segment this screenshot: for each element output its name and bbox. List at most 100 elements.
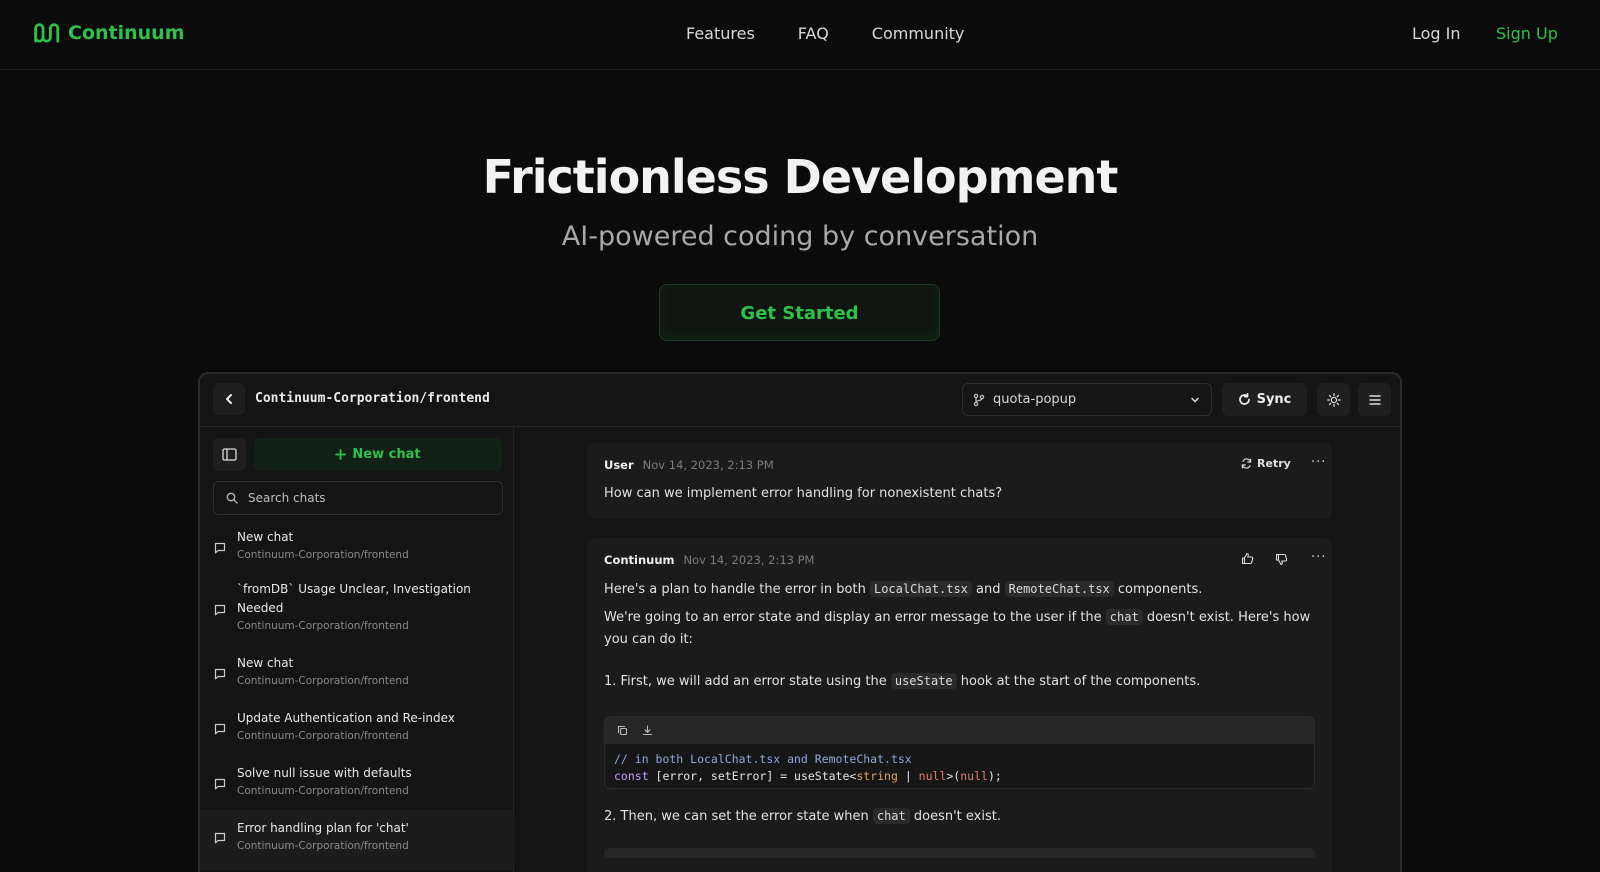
chat-list-item[interactable]: `fromDB` Usage Unclear, Investigation Ne… [200,576,513,642]
chat-bubble-icon [214,723,226,735]
hero-title: Frictionless Development [482,150,1119,204]
inline-code: chat [872,808,910,824]
search-icon [226,492,238,504]
git-branch-icon [973,393,985,406]
message-header: Continuum Nov 14, 2023, 2:13 PM [604,553,814,567]
text-span: 1. First, we will add an error state usi… [604,674,891,689]
text-span: doesn't exist. [909,809,1001,824]
sun-icon [1326,392,1341,407]
chevron-down-icon [1191,397,1199,403]
new-chat-label: New chat [352,447,421,462]
code-block: // in both LocalChat.tsx and RemoteChat.… [604,716,1315,789]
chat-repo: Continuum-Corporation/frontend [237,675,409,687]
more-options-icon[interactable]: ··· [1311,455,1326,470]
text-span: We're going to an error state and displa… [604,610,1106,625]
chat-list-item[interactable]: Update Authentication and Re-index Conti… [200,705,513,751]
chevron-left-icon [226,394,232,404]
download-icon[interactable] [642,725,653,736]
login-link[interactable]: Log In [1412,24,1461,43]
text-span: components. [1113,582,1203,597]
copy-icon[interactable] [617,725,628,736]
new-chat-button[interactable]: New chat [254,438,502,471]
inline-code: chat [1105,609,1143,625]
inline-code: LocalChat.tsx [869,581,972,597]
nav-link-faq[interactable]: FAQ [798,24,829,43]
refresh-icon [1238,393,1250,405]
chat-list-item[interactable]: New chat Continuum-Corporation/frontend [200,524,513,570]
retry-icon [1241,458,1252,469]
chat-title: `fromDB` Usage Unclear, Investigation Ne… [237,582,471,615]
message-timestamp: Nov 14, 2023, 2:13 PM [683,553,815,567]
code-content: // in both LocalChat.tsx and RemoteChat.… [605,744,1314,788]
chat-repo: Continuum-Corporation/frontend [237,840,409,852]
chat-bubble-icon [214,668,226,680]
chat-title: New chat [237,656,294,670]
retry-label: Retry [1257,457,1291,470]
continuum-logo-icon [34,23,60,43]
chat-list-item[interactable]: Solve null issue with defaults Continuum… [200,760,513,806]
code-block-toolbar [605,717,1314,744]
inline-code: RemoteChat.tsx [1004,581,1114,597]
search-chats-input[interactable] [246,490,490,506]
text-span: hook at the start of the components. [956,674,1201,689]
branch-select[interactable]: quota-popup [962,383,1212,416]
code-keyword: const [614,769,649,783]
message-step: 2. Then, we can set the error state when… [604,805,1315,828]
sync-button[interactable]: Sync [1222,383,1307,416]
message-paragraph: Here's a plan to handle the error in bot… [604,578,1315,601]
thumbs-down-icon[interactable] [1275,553,1288,566]
more-options-icon[interactable]: ··· [1311,550,1326,565]
top-navbar: Continuum Features FAQ Community Log In … [0,0,1600,70]
chat-bubble-icon [214,832,226,844]
chat-title: Update Authentication and Re-index [237,711,455,725]
message-timestamp: Nov 14, 2023, 2:13 PM [642,458,774,472]
signup-link[interactable]: Sign Up [1496,24,1558,43]
chat-repo: Continuum-Corporation/frontend [237,785,409,797]
message-author: Continuum [604,553,675,567]
brand-logo[interactable]: Continuum [32,20,185,46]
inline-code: useState [890,673,957,689]
chat-repo: Continuum-Corporation/frontend [237,730,409,742]
message-header: User Nov 14, 2023, 2:13 PM [604,458,774,472]
code-text: >( [946,769,961,783]
chat-repo: Continuum-Corporation/frontend [237,549,409,561]
nav-links: Features FAQ Community [686,24,964,43]
text-span: and [971,582,1005,597]
theme-toggle-button[interactable] [1317,383,1350,416]
menu-button[interactable] [1358,383,1391,416]
user-message: User Nov 14, 2023, 2:13 PM Retry ··· How … [587,443,1332,519]
chat-search[interactable] [213,481,503,515]
chat-sidebar: New chat New chat Continuum-Corporation/… [200,427,514,872]
code-block-partial [604,848,1315,858]
sidebar-panel-icon [222,448,237,461]
app-header: Continuum-Corporation/frontend quota-pop… [200,374,1400,427]
thumbs-up-icon[interactable] [1241,552,1254,565]
chat-list-item[interactable]: New chat Continuum-Corporation/frontend [200,650,513,696]
hero-subtitle: AI-powered coding by conversation [561,221,1039,252]
code-text: [error, setError] = useState< [648,769,857,783]
repo-name: Continuum-Corporation/frontend [255,391,490,406]
code-type: string [856,769,898,783]
chat-bubble-icon [214,778,226,790]
chat-bubble-icon [214,542,226,554]
nav-link-community[interactable]: Community [872,24,965,43]
retry-button[interactable]: Retry [1241,457,1291,470]
code-comment: // in both LocalChat.tsx and RemoteChat.… [614,752,912,766]
message-author: User [604,458,634,472]
code-text: | [897,769,919,783]
message-text: How can we implement error handling for … [604,486,1003,501]
sidebar-toggle-button[interactable] [213,438,246,471]
message-step: 1. First, we will add an error state usi… [604,670,1315,693]
get-started-button[interactable]: Get Started [659,284,940,341]
chat-repo: Continuum-Corporation/frontend [237,620,409,632]
message-paragraph: We're going to an error state and displa… [604,606,1315,651]
back-button[interactable] [213,383,245,415]
chat-title: Error handling plan for 'chat' [237,821,409,835]
chat-list-item-active[interactable]: Error handling plan for 'chat' Continuum… [200,810,513,870]
code-null: null [960,769,988,783]
nav-link-features[interactable]: Features [686,24,755,43]
code-null: null [918,769,947,783]
text-span: Here's a plan to handle the error in bot… [604,582,870,597]
chat-bubble-icon [214,604,226,616]
app-preview-window: Continuum-Corporation/frontend quota-pop… [198,372,1402,872]
